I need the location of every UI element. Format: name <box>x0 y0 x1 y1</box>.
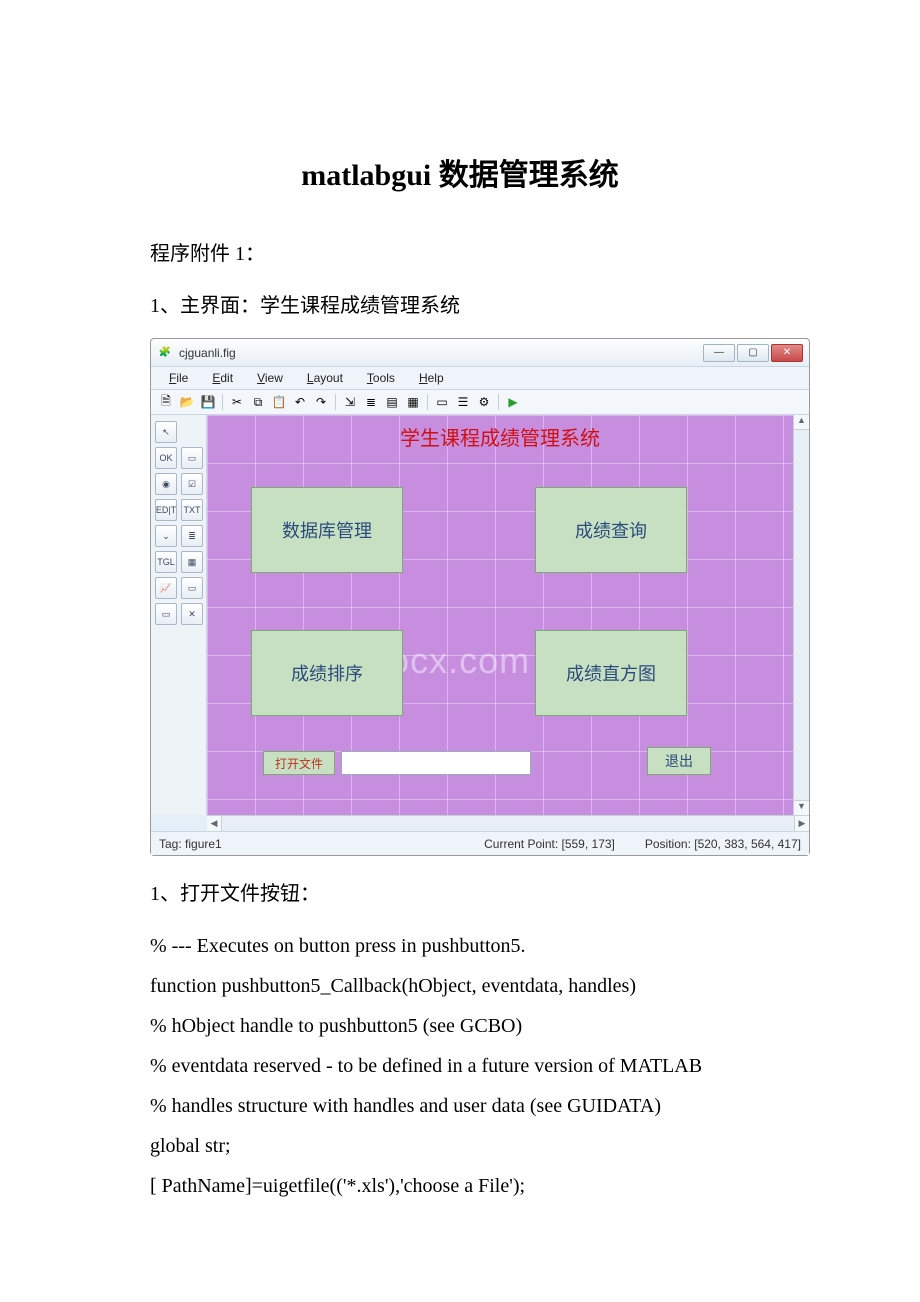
code-line: global str; <box>150 1126 770 1166</box>
horizontal-scrollbar[interactable] <box>207 815 809 831</box>
minimize-button[interactable]: — <box>703 344 735 362</box>
menu-file[interactable]: File <box>157 369 200 387</box>
select-tool-icon[interactable]: ↖ <box>155 421 177 443</box>
undo-icon[interactable]: ↶ <box>291 393 309 411</box>
toolbar-editor-icon[interactable]: ▭ <box>433 393 451 411</box>
section-open-button: 1、打开文件按钮： <box>150 874 770 914</box>
titlebar: 🧩 cjguanli.fig — ▢ ✕ <box>151 339 809 367</box>
redo-icon[interactable]: ↷ <box>312 393 330 411</box>
open-icon[interactable]: 📂 <box>178 393 196 411</box>
score-query-button[interactable]: 成绩查询 <box>535 487 687 573</box>
copy-icon[interactable]: ⧉ <box>249 393 267 411</box>
guide-window: 🧩 cjguanli.fig — ▢ ✕ File Edit View Layo… <box>150 338 810 856</box>
open-file-button[interactable]: 打开文件 <box>263 751 335 775</box>
edit-tool-icon[interactable]: ED|T <box>155 499 177 521</box>
menu-edit[interactable]: Edit <box>200 369 245 387</box>
score-hist-button[interactable]: 成绩直方图 <box>535 630 687 716</box>
menubar: File Edit View Layout Tools Help <box>151 367 809 390</box>
toggle-tool-icon[interactable]: TGL <box>155 551 177 573</box>
listbox-tool-icon[interactable]: ≣ <box>181 525 203 547</box>
toolbar: 🗎 📂 💾 ✂ ⧉ 📋 ↶ ↷ ⇲ ≣ ▤ ▦ ▭ ☰ ⚙ ▶ <box>151 390 809 415</box>
menu-view[interactable]: View <box>245 369 295 387</box>
new-icon[interactable]: 🗎 <box>157 393 175 411</box>
vertical-scrollbar[interactable] <box>793 415 809 815</box>
cut-icon[interactable]: ✂ <box>228 393 246 411</box>
popup-tool-icon[interactable]: ⌄ <box>155 525 177 547</box>
code-line: % hObject handle to pushbutton5 (see GCB… <box>150 1006 770 1046</box>
menu-tools[interactable]: Tools <box>355 369 407 387</box>
buttongroup-tool-icon[interactable]: ▭ <box>155 603 177 625</box>
score-sort-button[interactable]: 成绩排序 <box>251 630 403 716</box>
menu-editor-icon[interactable]: ▤ <box>383 393 401 411</box>
checkbox-tool-icon[interactable]: ☑ <box>181 473 203 495</box>
object-browser-icon[interactable]: ⚙ <box>475 393 493 411</box>
axes-tool-icon[interactable]: 📈 <box>155 577 177 599</box>
code-line: function pushbutton5_Callback(hObject, e… <box>150 966 770 1006</box>
save-icon[interactable]: 💾 <box>199 393 217 411</box>
control-palette: ↖ OK ▭ ◉ ☑ ED|T TXT ⌄ ≣ TGL ▦ 📈 ▭ ▭ ✕ <box>151 415 207 815</box>
table-tool-icon[interactable]: ▦ <box>181 551 203 573</box>
activex-tool-icon[interactable]: ✕ <box>181 603 203 625</box>
db-manage-button[interactable]: 数据库管理 <box>251 487 403 573</box>
appendix-label: 程序附件 1： <box>150 234 770 274</box>
code-line: % eventdata reserved - to be defined in … <box>150 1046 770 1086</box>
run-icon[interactable]: ▶ <box>504 393 522 411</box>
property-editor-icon[interactable]: ☰ <box>454 393 472 411</box>
panel-tool-icon[interactable]: ▭ <box>181 577 203 599</box>
window-title: cjguanli.fig <box>179 346 701 360</box>
paste-icon[interactable]: 📋 <box>270 393 288 411</box>
align-icon[interactable]: ⇲ <box>341 393 359 411</box>
page-title: matlabgui 数据管理系统 <box>150 150 770 194</box>
status-current-point: Current Point: [559, 173] <box>484 837 615 851</box>
system-title-text: 学生课程成绩管理系统 <box>207 415 793 457</box>
radio-tool-icon[interactable]: ◉ <box>155 473 177 495</box>
tab-editor-icon[interactable]: ▦ <box>404 393 422 411</box>
pushbutton-tool-icon[interactable]: OK <box>155 447 177 469</box>
code-line: [ PathName]=uigetfile(('*.xls'),'choose … <box>150 1166 770 1206</box>
text-tool-icon[interactable]: TXT <box>181 499 203 521</box>
maximize-button[interactable]: ▢ <box>737 344 769 362</box>
file-path-input[interactable] <box>341 751 531 775</box>
code-line: % --- Executes on button press in pushbu… <box>150 926 770 966</box>
section-main-ui: 1、主界面：学生课程成绩管理系统 <box>150 286 770 326</box>
statusbar: Tag: figure1 Current Point: [559, 173] P… <box>151 831 809 855</box>
status-position: Position: [520, 383, 564, 417] <box>645 837 801 851</box>
distribute-icon[interactable]: ≣ <box>362 393 380 411</box>
slider-tool-icon[interactable]: ▭ <box>181 447 203 469</box>
code-line: % handles structure with handles and use… <box>150 1086 770 1126</box>
client-area: ↖ OK ▭ ◉ ☑ ED|T TXT ⌄ ≣ TGL ▦ 📈 ▭ ▭ ✕ 学生… <box>151 415 809 815</box>
menu-help[interactable]: Help <box>407 369 456 387</box>
app-icon: 🧩 <box>157 345 173 361</box>
menu-layout[interactable]: Layout <box>295 369 355 387</box>
design-canvas[interactable]: 学生课程成绩管理系统 数据库管理 成绩查询 www.bdocx.com 成绩排序… <box>207 415 809 815</box>
close-button[interactable]: ✕ <box>771 344 803 362</box>
exit-button[interactable]: 退出 <box>647 747 711 775</box>
status-tag: Tag: figure1 <box>159 837 222 851</box>
